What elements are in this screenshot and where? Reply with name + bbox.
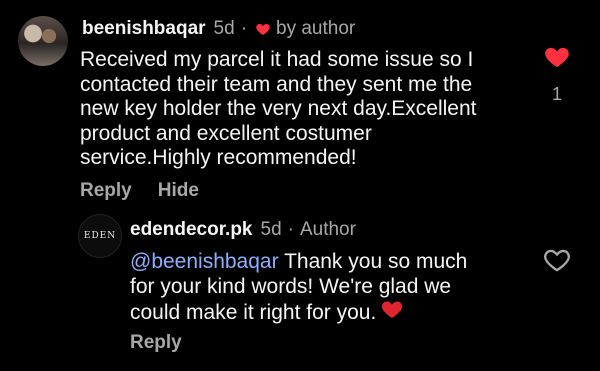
comment-header: beenishbaqar 5d · by author (82, 18, 355, 40)
reply-time: 5d (260, 219, 282, 240)
separator-dot: · (287, 219, 294, 240)
reply-to-reply-button[interactable]: Reply (130, 332, 182, 354)
comment-actions: Reply Hide (80, 180, 199, 202)
reply-header: edendecor.pk 5d · Author (130, 219, 356, 241)
reply-text: @beenishbaqar Thank you so much for your… (130, 250, 467, 326)
reply-line-text: could make it right for you. (130, 301, 377, 324)
comment-time: 5d (213, 18, 235, 39)
reply-like-column (542, 249, 572, 275)
brand-logo-text: EDEN (83, 231, 117, 241)
reply-username[interactable]: edendecor.pk (130, 219, 253, 241)
reply-button[interactable]: Reply (80, 180, 132, 202)
author-badge: Author (299, 219, 356, 240)
comment-like-column: 1 (542, 46, 572, 105)
like-count: 1 (551, 84, 562, 104)
author-avatar[interactable]: EDEN (78, 214, 122, 258)
separator-dot: · (240, 18, 248, 39)
reply-line: @beenishbaqar Thank you so much (130, 250, 467, 275)
comment-line: product and excellent costumer (80, 121, 372, 145)
comment-line: new key holder the very next day.Excelle… (80, 97, 477, 120)
comment-text: Received my parcel it had some issue so … (80, 48, 477, 171)
reply-line: for your kind words! We're glad we (130, 274, 452, 298)
reply-line-text: Thank you so much (284, 250, 468, 273)
liked-by-author-heart-icon (256, 24, 270, 35)
comment-line: contacted their team and they sent me th… (80, 72, 473, 96)
red-heart-emoji-icon (382, 301, 403, 318)
reply-actions: Reply (130, 332, 182, 354)
comment-line: Received my parcel it had some issue so … (80, 48, 474, 71)
reply-line: could make it right for you. (130, 299, 467, 326)
hide-button[interactable]: Hide (158, 180, 199, 202)
mention-link[interactable]: @beenishbaqar (130, 250, 279, 273)
heart-outline-icon[interactable] (543, 249, 571, 275)
filled-heart-icon[interactable] (543, 46, 571, 72)
commenter-avatar[interactable] (18, 16, 68, 66)
comment-username[interactable]: beenishbaqar (82, 18, 206, 40)
liked-by-author-label: by author (276, 18, 356, 39)
comment-line: service.Highly recommended! (80, 146, 357, 169)
